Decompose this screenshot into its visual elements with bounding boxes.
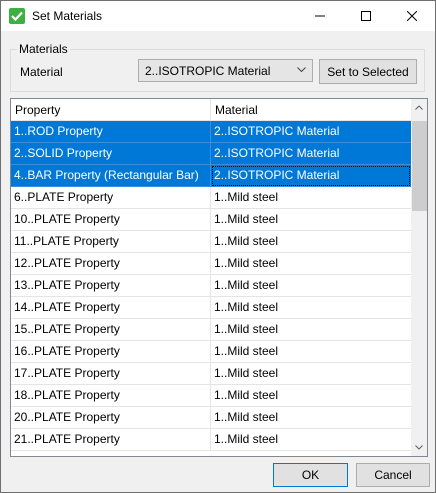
table-row[interactable]: 10..PLATE Property 1..Mild steel (11, 209, 411, 231)
material-combobox-value: 2..ISOTROPIC Material (145, 64, 271, 78)
material-cell[interactable]: 1..Mild steel (211, 363, 411, 385)
table-row[interactable]: 21..PLATE Property 1..Mild steel (11, 429, 411, 451)
title-bar: Set Materials (1, 1, 435, 31)
property-cell[interactable]: 10..PLATE Property (11, 209, 211, 231)
property-cell[interactable]: 17..PLATE Property (11, 363, 211, 385)
material-cell[interactable]: 1..Mild steel (211, 231, 411, 253)
material-cell[interactable]: 1..Mild steel (211, 297, 411, 319)
property-cell[interactable]: 12..PLATE Property (11, 253, 211, 275)
material-cell[interactable]: 2..ISOTROPIC Material (211, 165, 411, 187)
column-header-material[interactable]: Material (211, 99, 411, 121)
material-cell[interactable]: 1..Mild steel (211, 209, 411, 231)
material-cell[interactable]: 1..Mild steel (211, 429, 411, 451)
scroll-down-button[interactable] (411, 439, 427, 456)
close-button[interactable] (389, 1, 435, 31)
material-cell[interactable]: 1..Mild steel (211, 341, 411, 363)
table-row[interactable]: 1..ROD Property 2..ISOTROPIC Material (11, 121, 411, 143)
window-title: Set Materials (32, 9, 103, 23)
table-row[interactable]: 6..PLATE Property 1..Mild steel (11, 187, 411, 209)
material-cell[interactable]: 1..Mild steel (211, 275, 411, 297)
grid-header: Property Material (11, 99, 411, 121)
material-cell[interactable]: 1..Mild steel (211, 385, 411, 407)
property-cell[interactable]: 13..PLATE Property (11, 275, 211, 297)
property-cell[interactable]: 15..PLATE Property (11, 319, 211, 341)
table-row[interactable]: 15..PLATE Property 1..Mild steel (11, 319, 411, 341)
property-material-grid: Property Material 1..ROD Property 2..ISOT… (10, 98, 428, 457)
property-cell[interactable]: 1..ROD Property (11, 121, 211, 143)
table-row[interactable]: 4..BAR Property (Rectangular Bar) 2..ISOT… (11, 165, 411, 187)
property-cell[interactable]: 16..PLATE Property (11, 341, 211, 363)
material-cell[interactable]: 1..Mild steel (211, 319, 411, 341)
chevron-down-icon (415, 445, 423, 450)
table-row[interactable]: 17..PLATE Property 1..Mild steel (11, 363, 411, 385)
table-row[interactable]: 2..SOLID Property 2..ISOTROPIC Material (11, 143, 411, 165)
material-cell[interactable]: 2..ISOTROPIC Material (211, 121, 411, 143)
property-cell[interactable]: 18..PLATE Property (11, 385, 211, 407)
table-row[interactable]: 12..PLATE Property 1..Mild steel (11, 253, 411, 275)
maximize-button[interactable] (343, 1, 389, 31)
material-cell[interactable]: 1..Mild steel (211, 187, 411, 209)
ok-button[interactable]: OK (273, 463, 348, 487)
materials-group-label: Materials (17, 42, 70, 56)
material-cell[interactable]: 2..ISOTROPIC Material (211, 143, 411, 165)
property-cell[interactable]: 2..SOLID Property (11, 143, 211, 165)
table-row[interactable]: 13..PLATE Property 1..Mild steel (11, 275, 411, 297)
table-row[interactable]: 14..PLATE Property 1..Mild steel (11, 297, 411, 319)
material-cell[interactable]: 1..Mild steel (211, 407, 411, 429)
table-row[interactable]: 16..PLATE Property 1..Mild steel (11, 341, 411, 363)
property-cell[interactable]: 20..PLATE Property (11, 407, 211, 429)
material-cell[interactable]: 1..Mild steel (211, 253, 411, 275)
cancel-button[interactable]: Cancel (356, 463, 430, 487)
set-to-selected-button[interactable]: Set to Selected (319, 59, 417, 84)
material-combobox[interactable]: 2..ISOTROPIC Material (138, 59, 313, 82)
table-row[interactable]: 18..PLATE Property 1..Mild steel (11, 385, 411, 407)
property-cell[interactable]: 11..PLATE Property (11, 231, 211, 253)
table-row[interactable]: 11..PLATE Property 1..Mild steel (11, 231, 411, 253)
scrollbar-thumb[interactable] (412, 121, 427, 211)
column-header-property[interactable]: Property (11, 99, 211, 121)
minimize-icon (315, 15, 325, 17)
material-label: Material (20, 65, 63, 79)
property-cell[interactable]: 6..PLATE Property (11, 187, 211, 209)
vertical-scrollbar[interactable] (411, 99, 427, 456)
property-cell[interactable]: 14..PLATE Property (11, 297, 211, 319)
property-cell[interactable]: 4..BAR Property (Rectangular Bar) (11, 165, 211, 187)
grid-rows: 1..ROD Property 2..ISOTROPIC Material 2..S… (11, 121, 411, 451)
chevron-up-icon (415, 105, 423, 110)
minimize-button[interactable] (297, 1, 343, 31)
table-row[interactable]: 20..PLATE Property 1..Mild steel (11, 407, 411, 429)
chevron-down-icon (297, 67, 306, 73)
property-cell[interactable]: 21..PLATE Property (11, 429, 211, 451)
set-materials-dialog: Set Materials Materials Material 2..ISOT… (0, 0, 436, 493)
maximize-icon (361, 11, 371, 21)
scroll-up-button[interactable] (411, 99, 427, 116)
close-icon (407, 11, 417, 21)
check-icon (9, 8, 25, 24)
